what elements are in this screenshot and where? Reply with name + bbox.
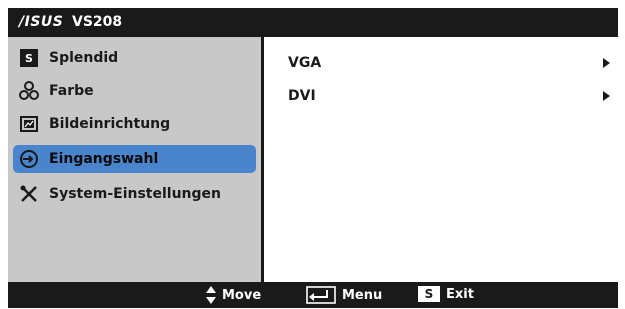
menu-item-splendid[interactable]: S Splendid bbox=[13, 44, 256, 72]
tools-icon bbox=[19, 184, 39, 204]
sub-item-vga[interactable]: VGA bbox=[288, 52, 610, 74]
up-down-arrow-icon bbox=[206, 286, 216, 304]
footer-menu-label: Menu bbox=[342, 287, 383, 303]
brand-logo: /ISUS bbox=[19, 14, 64, 30]
enter-key-icon bbox=[306, 286, 336, 304]
menu-item-label: System-Einstellungen bbox=[49, 186, 221, 202]
menu-item-system-einstellungen[interactable]: System-Einstellungen bbox=[13, 180, 256, 208]
model-name: VS208 bbox=[72, 14, 123, 30]
footer-move-label: Move bbox=[222, 287, 262, 303]
main-menu: S Splendid Farbe Bildeinrichtung Eingang… bbox=[8, 37, 261, 282]
osd-window: /ISUS VS208 S Splendid Farbe Bildeinrich… bbox=[8, 8, 618, 308]
footer-bar: Move Menu S Exit bbox=[8, 282, 618, 308]
menu-item-farbe[interactable]: Farbe bbox=[13, 77, 256, 105]
s-key-icon: S bbox=[418, 286, 440, 302]
sub-menu: VGA DVI bbox=[264, 37, 618, 282]
title-bar: /ISUS VS208 bbox=[8, 8, 618, 37]
footer-menu[interactable]: Menu bbox=[306, 286, 382, 304]
sub-item-label: VGA bbox=[288, 55, 322, 71]
sub-item-dvi[interactable]: DVI bbox=[288, 85, 610, 107]
menu-item-label: Farbe bbox=[49, 83, 94, 99]
color-palette-icon bbox=[19, 81, 39, 101]
menu-item-label: Bildeinrichtung bbox=[49, 116, 171, 132]
sub-item-label: DVI bbox=[288, 88, 316, 104]
footer-exit-label: Exit bbox=[446, 286, 474, 302]
menu-item-bildeinrichtung[interactable]: Bildeinrichtung bbox=[13, 110, 256, 138]
arrow-right-icon bbox=[603, 58, 610, 68]
splendid-s-icon: S bbox=[19, 48, 39, 68]
image-setup-icon bbox=[19, 114, 39, 134]
menu-item-label: Splendid bbox=[49, 50, 119, 66]
menu-item-label: Eingangswahl bbox=[49, 151, 159, 167]
footer-exit[interactable]: S Exit bbox=[418, 286, 474, 302]
footer-move[interactable]: Move bbox=[206, 286, 261, 304]
input-select-icon bbox=[19, 149, 39, 169]
arrow-right-icon bbox=[603, 91, 610, 101]
menu-item-eingangswahl[interactable]: Eingangswahl bbox=[13, 145, 256, 173]
